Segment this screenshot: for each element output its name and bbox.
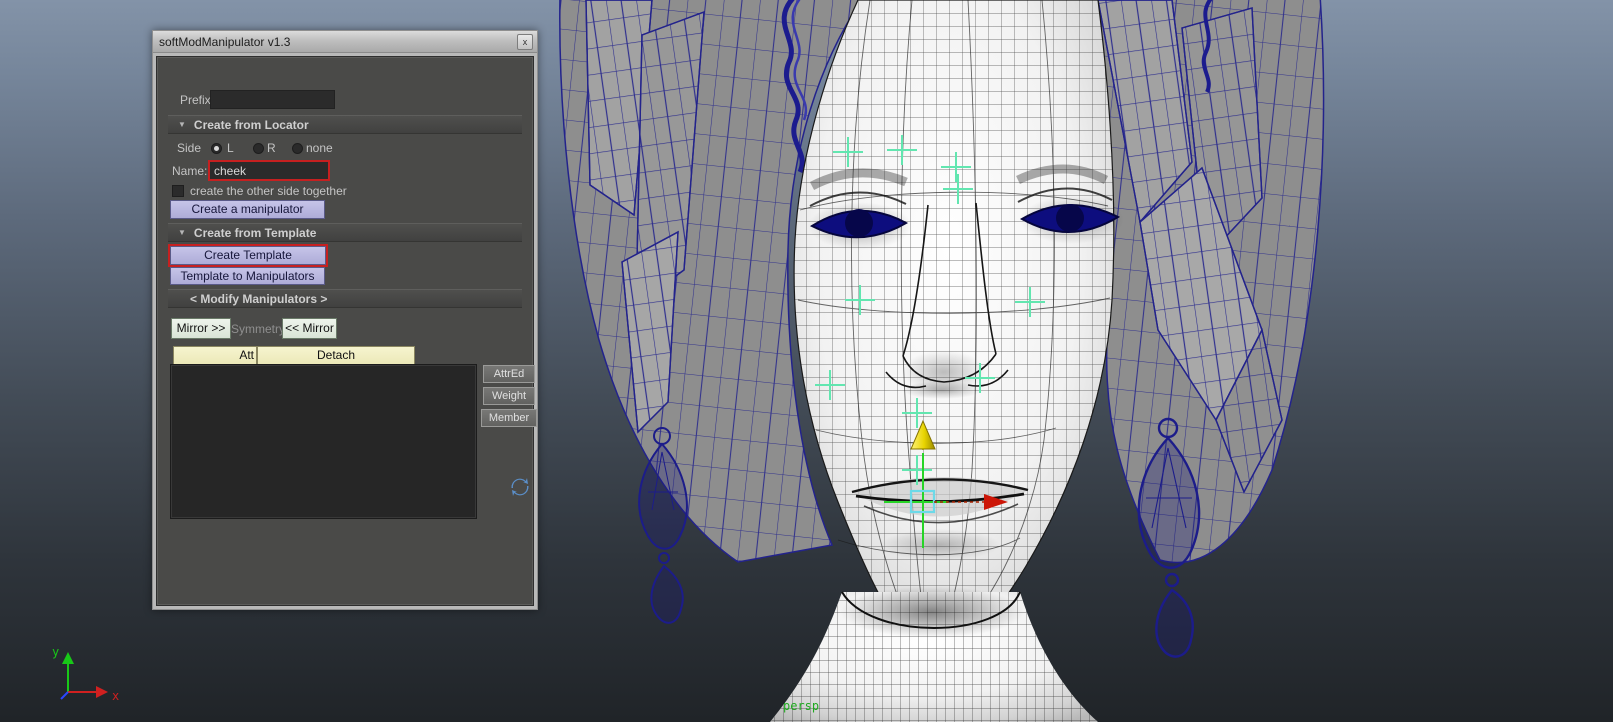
radio-side-r-label: R <box>267 141 276 155</box>
window-titlebar[interactable]: softModManipulator v1.3 x <box>153 31 537 53</box>
other-side-checkbox-label: create the other side together <box>190 184 347 198</box>
mirror-left-button[interactable]: << Mirror <box>282 318 337 339</box>
name-label: Name: <box>172 164 208 178</box>
attach-button[interactable]: Att <box>173 346 257 365</box>
template-to-manipulators-button[interactable]: Template to Manipulators <box>170 267 325 285</box>
section-create-from-locator[interactable]: ▼ Create from Locator <box>168 115 522 134</box>
radio-side-l-label: L <box>227 141 234 155</box>
detach-button[interactable]: Detach <box>257 346 415 365</box>
window-title: softModManipulator v1.3 <box>159 34 291 49</box>
collapse-triangle-icon: ▼ <box>178 228 186 237</box>
section-modify-manipulators[interactable]: < Modify Manipulators > <box>168 289 522 308</box>
symmetry-button[interactable]: Symmetry <box>231 322 285 336</box>
member-button[interactable]: Member <box>481 409 537 427</box>
other-side-checkbox[interactable] <box>172 185 184 197</box>
side-label: Side <box>177 141 202 155</box>
weight-button[interactable]: Weight <box>483 387 535 405</box>
refresh-icon[interactable] <box>508 475 532 499</box>
neck-mesh[interactable] <box>770 586 1098 722</box>
section-title: Create from Template <box>193 225 317 240</box>
mirror-right-button[interactable]: Mirror >> <box>171 318 231 339</box>
create-manipulator-button[interactable]: Create a manipulator <box>170 200 325 219</box>
softmod-tool-window[interactable]: softModManipulator v1.3 x Prefix: ▼ Crea… <box>152 30 538 610</box>
prefix-input[interactable] <box>210 90 335 109</box>
close-button[interactable]: x <box>517 34 533 50</box>
section-create-from-template[interactable]: ▼ Create from Template <box>168 223 522 242</box>
radio-side-l[interactable] <box>211 143 222 154</box>
radio-side-none-label: none <box>306 141 333 155</box>
head-mesh[interactable] <box>793 0 1124 660</box>
section-title: < Modify Manipulators > <box>190 291 328 306</box>
radio-side-r[interactable] <box>253 143 264 154</box>
camera-name-label: persp <box>783 699 819 713</box>
view-axis-gizmo: y x <box>52 645 119 703</box>
axis-x-label: x <box>112 689 119 703</box>
attred-button[interactable]: AttrEd <box>483 365 535 383</box>
axis-y-label: y <box>52 645 59 659</box>
section-title: Create from Locator <box>193 117 309 132</box>
collapse-triangle-icon: ▼ <box>178 120 186 129</box>
panel-content: Prefix: ▼ Create from Locator Side L R n… <box>156 56 537 606</box>
name-input[interactable] <box>208 160 330 181</box>
manipulator-list[interactable] <box>170 364 477 519</box>
create-template-button[interactable]: Create Template <box>168 244 328 267</box>
radio-side-none[interactable] <box>292 143 303 154</box>
prefix-label: Prefix: <box>180 93 215 107</box>
